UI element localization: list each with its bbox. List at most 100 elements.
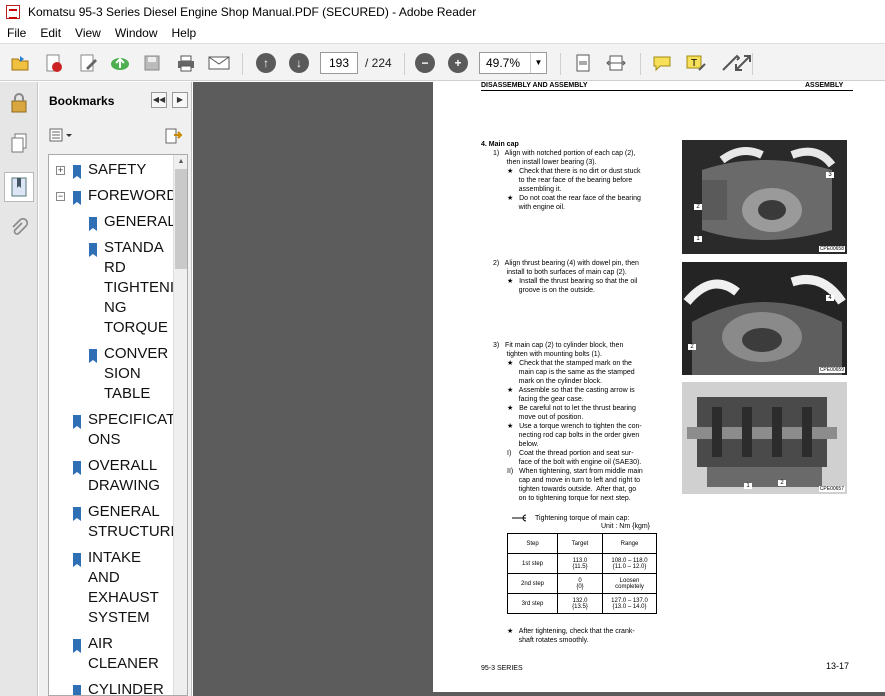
bookmark-icon	[72, 553, 82, 567]
email-icon[interactable]	[207, 52, 231, 74]
callout-label: 2	[778, 480, 786, 486]
table-cell: 108.0 – 118.0 {11.0 – 12.0}	[602, 553, 657, 574]
photo-caption: CPE00657	[818, 486, 845, 492]
bookmark-item[interactable]: SAFETY	[88, 160, 146, 180]
bookmark-item[interactable]: SPECIFICATI ONS	[88, 410, 179, 450]
bookmark-icon	[72, 507, 82, 521]
page-footer-right: 13-17	[826, 661, 850, 671]
step-3-text: 3) Fit main cap (2) to cylinder block, t…	[493, 342, 624, 358]
page-count: / 224	[365, 56, 392, 70]
zoom-value: 49.7%	[486, 56, 521, 70]
torque-unit: Unit : Nm {kgm}	[601, 523, 651, 530]
scroll-up-icon[interactable]: ▲	[174, 155, 187, 169]
callout-label: 4	[826, 295, 834, 301]
next-page-icon[interactable]: ↓	[287, 52, 311, 74]
menu-view[interactable]: View	[68, 26, 108, 40]
bookmark-item[interactable]: CYLINDER	[88, 680, 164, 695]
torque-table: Step Target Range 1st step 113.0 {11.5} …	[507, 533, 657, 614]
section-title: 4. Main cap	[481, 141, 519, 148]
collapse-panel-icon[interactable]: ◀◀	[151, 92, 167, 108]
table-cell: Loosen completely	[602, 573, 657, 594]
bookmark-icon	[72, 165, 82, 179]
page-number-input[interactable]: 193	[320, 52, 358, 74]
panel-arrow-icon[interactable]: ▶	[172, 92, 188, 108]
table-header: Range	[602, 533, 657, 554]
create-pdf-icon[interactable]	[42, 52, 66, 74]
zoom-in-icon[interactable]: +	[446, 52, 470, 74]
bookmark-tree: + SAFETY − FOREWORD GENERAL STANDA RD TI…	[48, 154, 188, 696]
expand-bookmark-icon[interactable]	[163, 127, 183, 150]
bookmarks-scrollbar[interactable]: ▲	[173, 155, 187, 695]
menu-edit[interactable]: Edit	[33, 26, 68, 40]
previous-page-icon[interactable]: ↑	[254, 52, 278, 74]
bookmarks-panel: Bookmarks ◀◀ ▶ + SAFETY − FOREWORD GENER…	[39, 82, 192, 696]
scroll-thumb[interactable]	[175, 169, 187, 269]
fit-page-icon[interactable]	[571, 52, 595, 74]
bookmark-icon	[72, 685, 82, 695]
highlight-icon[interactable]: T	[684, 52, 708, 74]
bookmark-item[interactable]: GENERAL STRUCTURE	[88, 502, 181, 542]
bookmark-icon	[72, 415, 82, 429]
fit-width-icon[interactable]	[604, 52, 628, 74]
page-thumbnails-icon[interactable]	[4, 128, 34, 158]
edit-pdf-icon[interactable]	[76, 52, 100, 74]
bookmark-options-menu[interactable]	[49, 127, 75, 145]
menu-file[interactable]: File	[0, 26, 33, 40]
table-row: 3rd step 132.0 {13.5} 127.0 – 137.0 {13.…	[507, 593, 657, 614]
lock-icon[interactable]	[4, 88, 34, 118]
expand-toggle[interactable]: +	[56, 166, 65, 175]
bookmark-item[interactable]: AIR CLEANER	[88, 634, 159, 674]
bookmark-item[interactable]: OVERALL DRAWING	[88, 456, 160, 496]
comment-icon[interactable]	[650, 52, 674, 74]
page-header-left: DISASSEMBLY AND ASSEMBLY	[481, 82, 588, 89]
title-bar: Komatsu 95-3 Series Diesel Engine Shop M…	[0, 0, 885, 23]
step-1-text: 1) Align with notched portion of each ca…	[493, 150, 636, 166]
table-row: 1st step 113.0 {11.5} 108.0 – 118.0 {11.…	[507, 553, 657, 574]
page-footer-left: 95-3 SERIES	[481, 665, 523, 672]
document-viewport[interactable]: DISASSEMBLY AND ASSEMBLY ASSEMBLY 4. Mai…	[193, 82, 885, 696]
menu-bar: File Edit View Window Help	[0, 23, 885, 43]
attachments-icon[interactable]	[4, 214, 34, 244]
photo-caption: CPE00659	[818, 367, 845, 373]
wrench-icon	[511, 514, 533, 525]
expand-view-icon[interactable]	[731, 52, 755, 74]
table-cell: 1st step	[507, 553, 558, 574]
table-cell: 3rd step	[507, 593, 558, 614]
menu-help[interactable]: Help	[165, 26, 204, 40]
step-3-notes: ★ Check that the stamped mark on the mai…	[507, 360, 643, 502]
save-icon[interactable]	[140, 52, 164, 74]
bookmark-icon	[72, 639, 82, 653]
callout-label: 3	[826, 172, 834, 178]
callout-label: 1	[744, 483, 752, 489]
final-note: ★ After tightening, check that the crank…	[507, 628, 635, 644]
photo-cylinder-block: 1 2 CPE00657	[682, 382, 847, 494]
pdf-page: DISASSEMBLY AND ASSEMBLY ASSEMBLY 4. Mai…	[433, 82, 885, 692]
step-2-notes: ★ Install the thrust bearing so that the…	[507, 278, 638, 294]
bookmarks-title: Bookmarks	[49, 94, 115, 108]
table-cell: 132.0 {13.5}	[557, 593, 603, 614]
menu-window[interactable]: Window	[108, 26, 165, 40]
step-1-notes: ★ Check that there is no dirt or dust st…	[507, 168, 641, 211]
table-header: Step	[507, 533, 558, 554]
bookmark-item[interactable]: INTAKE AND EXHAUST SYSTEM	[88, 548, 159, 628]
bookmark-item[interactable]: GENERAL	[104, 212, 176, 232]
table-cell: 0 {0}	[557, 573, 603, 594]
bookmark-icon	[88, 243, 98, 257]
upload-cloud-icon[interactable]	[108, 52, 132, 74]
bookmark-item[interactable]: FOREWORD	[88, 186, 177, 206]
callout-label: 2	[688, 344, 696, 350]
bookmarks-panel-icon[interactable]	[4, 172, 34, 202]
bookmark-icon	[72, 461, 82, 475]
collapse-toggle[interactable]: −	[56, 192, 65, 201]
bookmark-icon	[88, 349, 98, 363]
print-icon[interactable]	[174, 52, 198, 74]
bookmark-item[interactable]: STANDA RD TIGHTENI NG TORQUE	[104, 238, 174, 338]
table-row: 2nd step 0 {0} Loosen completely	[507, 573, 657, 594]
zoom-select[interactable]: 49.7% ▼	[479, 52, 547, 74]
bookmark-item[interactable]: CONVER SION TABLE	[104, 344, 168, 404]
window-title: Komatsu 95-3 Series Diesel Engine Shop M…	[28, 4, 477, 19]
chevron-down-icon[interactable]: ▼	[530, 53, 546, 73]
open-icon[interactable]	[8, 52, 32, 74]
zoom-out-icon[interactable]: −	[413, 52, 437, 74]
table-cell: 113.0 {11.5}	[557, 553, 603, 574]
